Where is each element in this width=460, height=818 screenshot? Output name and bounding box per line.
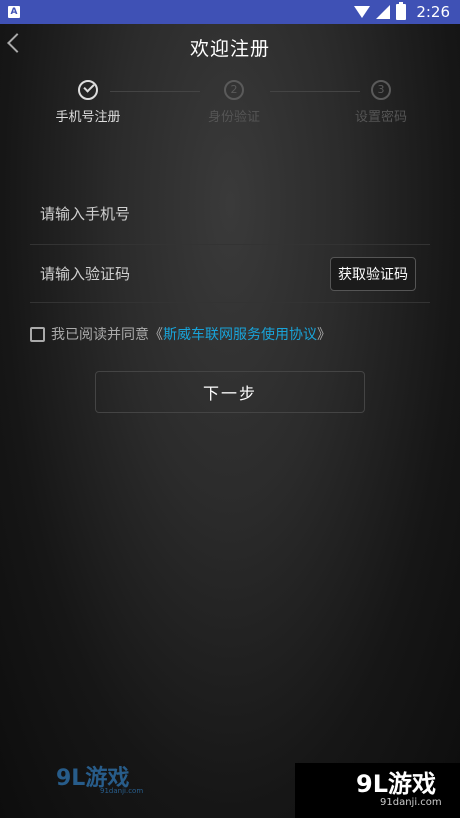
get-code-button[interactable]: 获取验证码 xyxy=(330,256,416,291)
status-right: 2:26 xyxy=(354,2,450,21)
step-label-3: 设置密码 xyxy=(354,110,407,125)
watermark-url-left: 91danji.com xyxy=(100,787,144,795)
check-icon xyxy=(83,81,95,93)
step-circle-2: 2 xyxy=(224,80,244,100)
code-input[interactable] xyxy=(30,264,330,283)
agreement-prefix: 我已阅读并同意 xyxy=(51,327,149,343)
agreement-row: 我已阅读并同意 《 斯威车联网服务使用协议 》 xyxy=(30,324,331,344)
step-circle-3: 3 xyxy=(371,80,391,100)
watermark-url-right: 91danji.com xyxy=(380,797,442,808)
page-title: 欢迎注册 xyxy=(189,37,270,60)
phone-input[interactable] xyxy=(30,204,430,223)
agreement-close-bracket: 》 xyxy=(317,327,331,343)
step-identity: 2 身份验证 xyxy=(184,80,284,125)
phone-field-row xyxy=(30,183,430,245)
step-phone: 手机号注册 xyxy=(38,80,138,125)
step-circle-1 xyxy=(78,80,98,100)
status-left: A xyxy=(8,6,20,18)
step-label-1: 手机号注册 xyxy=(55,110,121,125)
status-time: 2:26 xyxy=(416,3,450,21)
notification-icon: A xyxy=(8,6,20,18)
header: 欢迎注册 xyxy=(0,24,460,70)
code-field-row: 获取验证码 xyxy=(30,245,430,303)
watermark-logo-right: 9L游戏 xyxy=(356,770,436,798)
next-button[interactable]: 下一步 xyxy=(95,371,365,413)
agree-checkbox[interactable] xyxy=(30,326,45,342)
step-indicator: 手机号注册 2 身份验证 3 设置密码 xyxy=(0,80,460,130)
battery-icon xyxy=(396,2,407,20)
wifi-icon xyxy=(354,6,371,18)
back-icon[interactable] xyxy=(7,33,27,53)
status-bar: A 2:26 xyxy=(0,0,460,24)
step-password: 3 设置密码 xyxy=(331,80,431,125)
agreement-open-bracket: 《 xyxy=(149,327,163,343)
step-label-2: 身份验证 xyxy=(207,110,260,125)
signal-icon xyxy=(376,5,391,19)
agreement-link[interactable]: 斯威车联网服务使用协议 xyxy=(163,324,317,344)
